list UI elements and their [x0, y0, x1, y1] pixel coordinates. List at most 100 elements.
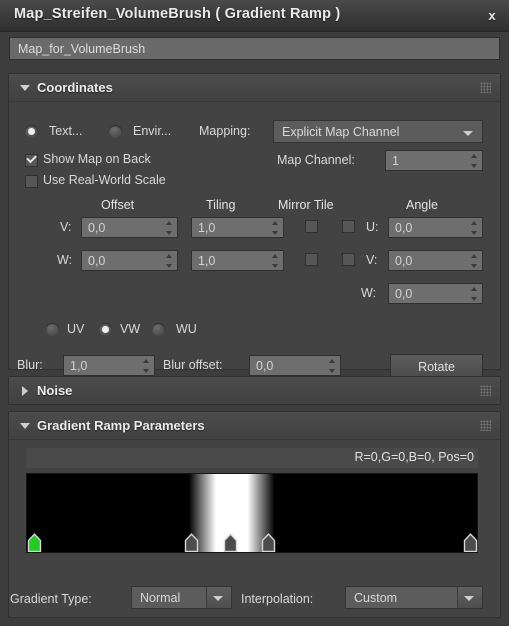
- angle-axis-label: U:: [366, 220, 379, 234]
- chevron-down-icon: [464, 596, 474, 601]
- ramp-flag[interactable]: [261, 533, 276, 552]
- radio-vw[interactable]: [99, 323, 112, 336]
- interpolation-select[interactable]: Custom: [345, 586, 483, 609]
- checkbox-tile-v[interactable]: [342, 220, 355, 233]
- chevron-right-icon[interactable]: [22, 386, 28, 396]
- tiling-w-stepper[interactable]: 1,0: [191, 250, 284, 271]
- offset-w-stepper[interactable]: 0,0: [81, 250, 178, 271]
- stepper-arrows-icon[interactable]: [470, 154, 479, 168]
- map-name-value: Map_for_VolumeBrush: [18, 42, 146, 56]
- interpolation-label: Interpolation:: [241, 592, 314, 606]
- blur-label: Blur:: [17, 358, 43, 372]
- stepper-arrows-icon[interactable]: [165, 254, 174, 268]
- angle-axis-label: V:: [366, 253, 378, 267]
- radio-texture-label: Text...: [49, 124, 83, 138]
- radio-wu[interactable]: [152, 323, 165, 336]
- row-axis-label: W:: [57, 253, 73, 267]
- rollout-coordinates-title: Coordinates: [37, 80, 113, 95]
- stepper-arrows-icon[interactable]: [328, 359, 337, 373]
- map-channel-stepper[interactable]: 1: [385, 150, 483, 171]
- checkbox-tile-w[interactable]: [342, 253, 355, 266]
- chevron-down-icon[interactable]: [20, 423, 30, 429]
- grip-icon[interactable]: [480, 385, 491, 396]
- column-header-offset: Offset: [101, 198, 135, 212]
- angle-v-value: 0,0: [395, 254, 413, 268]
- angle-u-stepper[interactable]: 0,0: [388, 217, 483, 238]
- radio-vw-label: VW: [120, 322, 141, 336]
- gradient-type-dropdown-button[interactable]: [206, 587, 231, 608]
- ramp-flag[interactable]: [184, 533, 199, 552]
- map-channel-label: Map Channel:: [277, 153, 355, 167]
- gradient-ramp-map-panel: Map_Streifen_VolumeBrush ( Gradient Ramp…: [0, 0, 509, 626]
- mapping-label: Mapping:: [199, 124, 251, 138]
- ramp-readout: R=0,G=0,B=0, Pos=0: [26, 448, 478, 468]
- interpolation-value: Custom: [354, 591, 398, 605]
- stepper-arrows-icon[interactable]: [271, 254, 280, 268]
- grip-icon[interactable]: [480, 420, 491, 431]
- stepper-arrows-icon[interactable]: [470, 221, 479, 235]
- blur-stepper[interactable]: 1,0: [63, 355, 155, 376]
- stepper-arrows-icon[interactable]: [470, 254, 479, 268]
- column-header-tiling: Tiling: [206, 198, 236, 212]
- checkbox-use-real-world-scale-label: Use Real-World Scale: [43, 173, 166, 187]
- rollout-noise[interactable]: Noise: [8, 376, 501, 405]
- radio-texture[interactable]: [25, 125, 38, 138]
- radio-environ[interactable]: [109, 125, 122, 138]
- grip-icon[interactable]: [480, 82, 491, 93]
- blur-offset-label: Blur offset:: [163, 358, 223, 372]
- chevron-down-icon[interactable]: [20, 85, 30, 91]
- mapping-select[interactable]: Explicit Map Channel: [273, 120, 483, 143]
- checkbox-mirror-v[interactable]: [305, 220, 318, 233]
- column-header-mirror-tile: Mirror Tile: [278, 198, 334, 212]
- tiling-v-value: 1,0: [198, 221, 216, 235]
- gradient-type-value: Normal: [140, 591, 181, 605]
- checkbox-mirror-w[interactable]: [305, 253, 318, 266]
- column-header-angle: Angle: [406, 198, 438, 212]
- blur-offset-stepper[interactable]: 0,0: [249, 355, 341, 376]
- gradient-type-label: Gradient Type:: [10, 592, 92, 606]
- rollout-gradient-ramp-header[interactable]: Gradient Ramp Parameters: [9, 412, 500, 440]
- interpolation-dropdown-button[interactable]: [457, 587, 482, 608]
- map-channel-value: 1: [392, 154, 399, 168]
- window-titlebar: Map_Streifen_VolumeBrush ( Gradient Ramp…: [0, 0, 509, 32]
- mapping-value: Explicit Map Channel: [282, 125, 400, 139]
- ramp-flag[interactable]: [223, 533, 238, 552]
- angle-u-value: 0,0: [395, 221, 413, 235]
- gradient-type-select[interactable]: Normal: [131, 586, 232, 609]
- close-icon[interactable]: x: [483, 7, 501, 24]
- chevron-down-icon: [213, 596, 223, 601]
- checkbox-use-real-world-scale[interactable]: [25, 175, 38, 188]
- gradient-ramp-preview[interactable]: [27, 474, 477, 552]
- stepper-arrows-icon[interactable]: [165, 221, 174, 235]
- rollout-noise-title: Noise: [37, 383, 73, 398]
- offset-v-stepper[interactable]: 0,0: [81, 217, 178, 238]
- radio-uv[interactable]: [46, 323, 59, 336]
- rollout-coordinates-header[interactable]: Coordinates: [9, 74, 500, 102]
- ramp-flag[interactable]: [27, 533, 42, 552]
- rollout-noise-header[interactable]: Noise: [9, 377, 500, 404]
- checkbox-show-map-on-back-label: Show Map on Back: [43, 152, 151, 166]
- angle-w-value: 0,0: [395, 287, 413, 301]
- row-axis-label: V:: [60, 220, 72, 234]
- offset-w-value: 0,0: [88, 254, 106, 268]
- stepper-arrows-icon[interactable]: [470, 287, 479, 301]
- map-name-input[interactable]: Map_for_VolumeBrush: [9, 37, 500, 60]
- checkbox-show-map-on-back[interactable]: [25, 154, 38, 167]
- gradient-ramp-editor[interactable]: [26, 473, 478, 553]
- tiling-w-value: 1,0: [198, 254, 216, 268]
- chevron-down-icon: [463, 131, 473, 136]
- rollout-gradient-ramp-title: Gradient Ramp Parameters: [37, 418, 205, 433]
- stepper-arrows-icon[interactable]: [142, 359, 151, 373]
- radio-wu-label: WU: [176, 322, 197, 336]
- radio-environ-label: Envir...: [133, 124, 172, 138]
- angle-v-stepper[interactable]: 0,0: [388, 250, 483, 271]
- angle-w-stepper[interactable]: 0,0: [388, 283, 483, 304]
- blur-offset-value: 0,0: [256, 359, 274, 373]
- radio-uv-label: UV: [67, 322, 85, 336]
- angle-axis-label: W:: [361, 286, 377, 300]
- page-title: Map_Streifen_VolumeBrush ( Gradient Ramp…: [14, 6, 341, 22]
- stepper-arrows-icon[interactable]: [271, 221, 280, 235]
- ramp-flag[interactable]: [463, 533, 478, 552]
- tiling-v-stepper[interactable]: 1,0: [191, 217, 284, 238]
- blur-value: 1,0: [70, 359, 88, 373]
